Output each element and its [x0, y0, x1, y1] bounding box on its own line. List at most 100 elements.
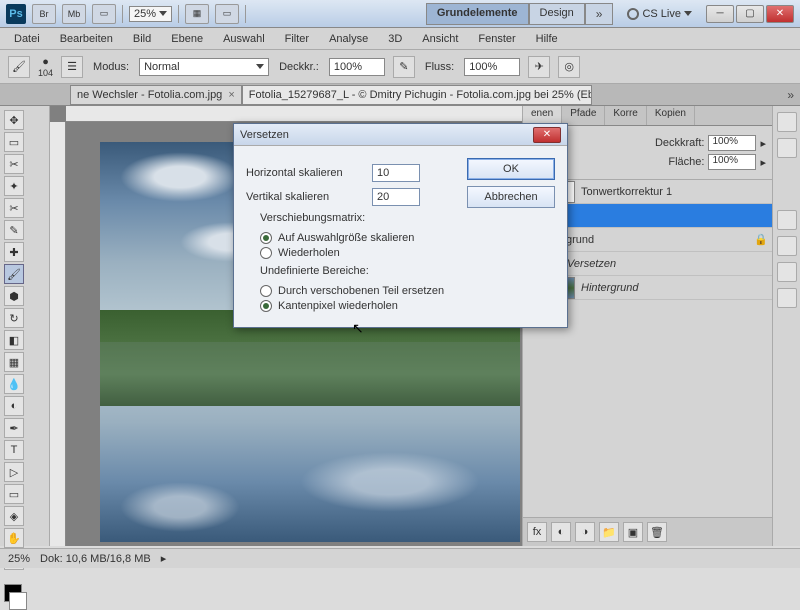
strip-swatches-icon[interactable] [777, 210, 797, 230]
stamp-tool[interactable]: ⬢ [4, 286, 24, 306]
tab-kopien[interactable]: Kopien [647, 106, 695, 125]
pressure-opacity-icon[interactable]: ✎ [393, 56, 415, 78]
strip-styles-icon[interactable] [777, 236, 797, 256]
blur-tool[interactable]: 💧 [4, 374, 24, 394]
group-icon[interactable]: 📁 [599, 522, 619, 542]
optionbar: 🖌 ●104 ☰ Modus: Normal Deckkr.: 100% ✎ F… [0, 50, 800, 84]
menu-datei[interactable]: Datei [6, 31, 48, 47]
tab-overflow-button[interactable]: » [781, 88, 800, 102]
strip-color-icon[interactable] [777, 262, 797, 282]
radio-icon [260, 285, 272, 297]
pen-tool[interactable]: ✒ [4, 418, 24, 438]
bridge-button[interactable]: Br [32, 4, 56, 24]
tab-korrekturen[interactable]: Korre [605, 106, 646, 125]
status-popup-icon[interactable]: ▸ [161, 552, 167, 565]
cslive-button[interactable]: CS Live [627, 8, 692, 20]
menu-bild[interactable]: Bild [125, 31, 159, 47]
healing-tool[interactable]: ✚ [4, 242, 24, 262]
eyedropper-tool[interactable]: ✎ [4, 220, 24, 240]
brush-preview-icon[interactable]: ● [42, 56, 49, 68]
menu-hilfe[interactable]: Hilfe [528, 31, 566, 47]
radio-auf-auswahl[interactable]: Auf Auswahlgröße skalieren [260, 232, 455, 244]
new-layer-icon[interactable]: ▣ [623, 522, 643, 542]
deckkraft-input[interactable]: 100% [329, 58, 385, 76]
menu-ansicht[interactable]: Ansicht [414, 31, 466, 47]
gradient-tool[interactable]: ▦ [4, 352, 24, 372]
brush-panel-icon[interactable]: ☰ [61, 56, 83, 78]
brush-tool[interactable]: 🖌 [4, 264, 24, 284]
path-tool[interactable]: ▷ [4, 462, 24, 482]
document-tab-2[interactable]: Fotolia_15279687_L - © Dmitry Pichugin -… [242, 85, 592, 105]
3d-tool[interactable]: ◈ [4, 506, 24, 526]
brush-size-label: 104 [38, 68, 53, 78]
brush-tool-icon[interactable]: 🖌 [8, 56, 30, 78]
ruler-horizontal[interactable] [66, 106, 522, 122]
radio-kantenpixel[interactable]: Kantenpixel wiederholen [260, 300, 455, 312]
menu-auswahl[interactable]: Auswahl [215, 31, 273, 47]
popup-icon[interactable]: ▸ [760, 156, 766, 169]
strip-paragraph-icon[interactable] [777, 138, 797, 158]
dialog-title: Versetzen [240, 129, 289, 141]
ok-button[interactable]: OK [467, 158, 555, 180]
window-close-button[interactable]: ✕ [766, 5, 794, 23]
airbrush-icon[interactable]: ✈ [528, 56, 550, 78]
history-brush-tool[interactable]: ↻ [4, 308, 24, 328]
horizontal-input[interactable] [372, 164, 420, 182]
trash-icon[interactable]: 🗑 [647, 522, 667, 542]
ruler-vertical[interactable] [50, 122, 66, 546]
quickselect-tool[interactable]: ✦ [4, 176, 24, 196]
modus-select[interactable]: Normal [139, 58, 269, 76]
document-tab-1[interactable]: ne Wechsler - Fotolia.com.jpg× [70, 85, 242, 105]
strip-adjustments-icon[interactable] [777, 288, 797, 308]
hand-tool[interactable]: ✋ [4, 528, 24, 548]
zoom-select[interactable]: 25% [129, 6, 172, 22]
minibridge-button[interactable]: Mb [62, 4, 86, 24]
menu-bearbeiten[interactable]: Bearbeiten [52, 31, 121, 47]
workspace-design[interactable]: Design [529, 3, 585, 25]
menu-ebene[interactable]: Ebene [163, 31, 211, 47]
strip-type-icon[interactable] [777, 112, 797, 132]
shape-tool[interactable]: ▭ [4, 484, 24, 504]
titlebar: Ps Br Mb ▭ 25% ▦ ▭ Grundelemente Design … [0, 0, 800, 28]
view-extras-button[interactable]: ▦ [185, 4, 209, 24]
close-tab-icon[interactable]: × [228, 89, 234, 101]
document-tabbar: ne Wechsler - Fotolia.com.jpg× Fotolia_1… [0, 84, 800, 106]
menu-analyse[interactable]: Analyse [321, 31, 376, 47]
popup-icon[interactable]: ▸ [760, 137, 766, 150]
radio-wiederholen[interactable]: Wiederholen [260, 247, 455, 259]
fx-icon[interactable]: fx [527, 522, 547, 542]
screen-mode-button[interactable]: ▭ [92, 4, 116, 24]
workspace-grundelemente[interactable]: Grundelemente [426, 3, 529, 25]
cancel-button[interactable]: Abbrechen [467, 186, 555, 208]
eraser-tool[interactable]: ◧ [4, 330, 24, 350]
vertikal-input[interactable] [372, 188, 420, 206]
type-tool[interactable]: T [4, 440, 24, 460]
window-maximize-button[interactable]: ▢ [736, 5, 764, 23]
lasso-tool[interactable]: ✂ [4, 154, 24, 174]
fluss-input[interactable]: 100% [464, 58, 520, 76]
statusbar: 25% Dok: 10,6 MB/16,8 MB▸ [0, 548, 800, 568]
tab-pfade[interactable]: Pfade [562, 106, 605, 125]
pressure-size-icon[interactable]: ◎ [558, 56, 580, 78]
panel-flaeche-input[interactable]: 100% [708, 154, 756, 170]
radio-durch-verschobenen[interactable]: Durch verschobenen Teil ersetzen [260, 285, 455, 297]
status-zoom[interactable]: 25% [8, 553, 30, 565]
background-color[interactable] [9, 592, 27, 610]
crop-tool[interactable]: ✂ [4, 198, 24, 218]
window-minimize-button[interactable]: ─ [706, 5, 734, 23]
workspace-more[interactable]: » [585, 3, 614, 25]
dodge-tool[interactable]: ◐ [4, 396, 24, 416]
mask-icon[interactable]: ◐ [551, 522, 571, 542]
layer-name: Versetzen [567, 258, 616, 270]
menu-3d[interactable]: 3D [380, 31, 410, 47]
panel-deckkraft-input[interactable]: 100% [708, 135, 756, 151]
dialog-close-button[interactable]: ✕ [533, 127, 561, 143]
radio-icon [260, 300, 272, 312]
marquee-tool[interactable]: ▭ [4, 132, 24, 152]
move-tool[interactable]: ✥ [4, 110, 24, 130]
menu-filter[interactable]: Filter [277, 31, 317, 47]
arrange-button[interactable]: ▭ [215, 4, 239, 24]
vertikal-label: Vertikal skalieren [246, 191, 366, 203]
menu-fenster[interactable]: Fenster [470, 31, 523, 47]
adjust-icon[interactable]: ◑ [575, 522, 595, 542]
